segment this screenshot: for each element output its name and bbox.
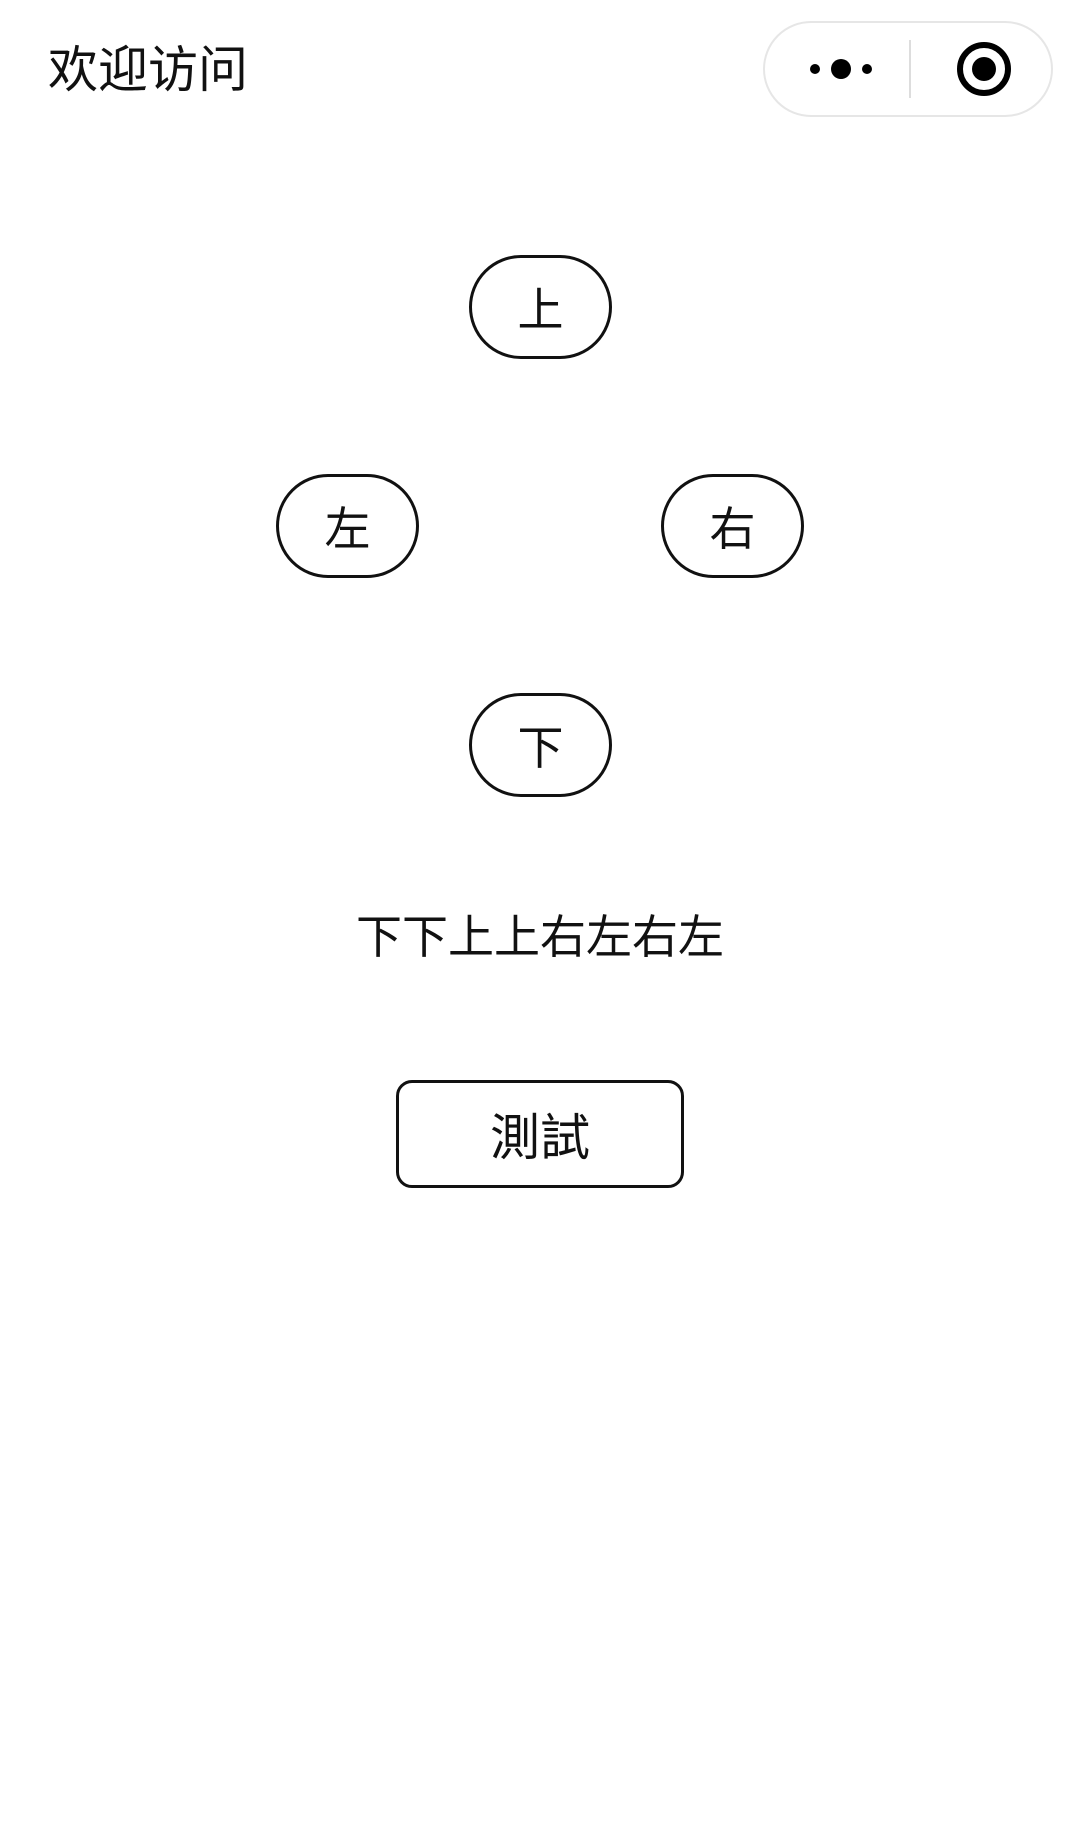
up-button[interactable]: 上 (469, 255, 612, 359)
down-button[interactable]: 下 (469, 693, 612, 797)
more-dots-icon[interactable] (806, 23, 876, 115)
mini-program-capsule (763, 21, 1053, 117)
dot-large-center (831, 59, 851, 79)
dot-small-right (862, 64, 872, 74)
target-core (972, 57, 996, 81)
left-button[interactable]: 左 (276, 474, 419, 578)
capsule-divider (909, 40, 911, 98)
dot-small-left (810, 64, 820, 74)
input-sequence-text: 下下上上右左右左 (356, 910, 724, 964)
right-button[interactable]: 右 (661, 474, 804, 578)
page-title: 欢迎访问 (48, 41, 248, 99)
test-button[interactable]: 測試 (396, 1080, 684, 1188)
target-circle-icon[interactable] (957, 42, 1011, 96)
